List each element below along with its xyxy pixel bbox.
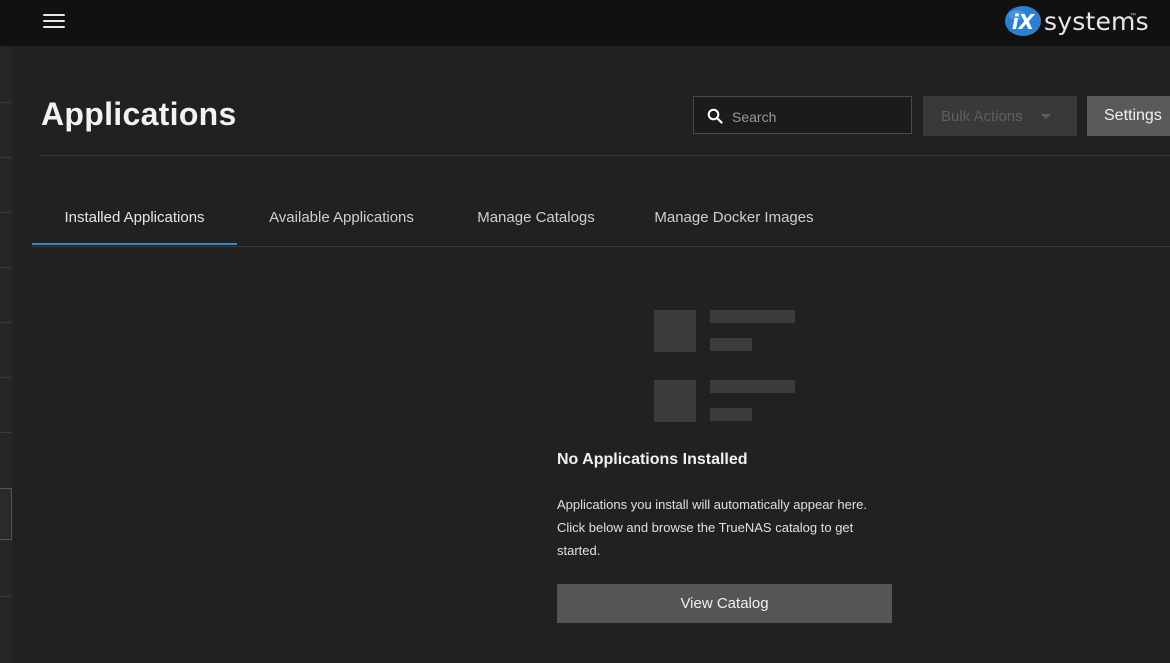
search-input[interactable]	[730, 105, 904, 129]
logo-trademark: ™	[1130, 13, 1136, 19]
hamburger-menu-icon[interactable]	[43, 13, 65, 31]
sidebar-toggle-tab[interactable]	[0, 488, 12, 540]
tab-manage-catalogs[interactable]: Manage Catalogs	[462, 190, 610, 246]
logo-text: systems	[1044, 7, 1149, 36]
empty-state-title: No Applications Installed	[557, 451, 748, 468]
active-tab-indicator	[32, 243, 237, 245]
tab-manage-docker-images[interactable]: Manage Docker Images	[639, 190, 829, 246]
tabs-divider	[32, 246, 1170, 247]
empty-list-icon	[654, 310, 796, 422]
bulk-actions-button[interactable]: Bulk Actions	[923, 96, 1077, 136]
tab-bar: Installed Applications Available Applica…	[32, 190, 1170, 246]
ixsystems-logo: iX systems ™	[1003, 4, 1149, 38]
empty-state-message: Applications you install will automatica…	[557, 497, 867, 558]
page-title: Applications	[41, 96, 237, 132]
svg-text:iX: iX	[1012, 10, 1036, 34]
settings-button[interactable]: Settings	[1087, 96, 1170, 136]
top-toolbar: iX systems ™	[0, 0, 1170, 46]
search-icon	[707, 108, 723, 124]
header-divider	[40, 155, 1170, 156]
bulk-actions-label: Bulk Actions	[941, 107, 1023, 125]
collapsed-sidebar	[0, 46, 12, 663]
search-box[interactable]	[693, 96, 912, 134]
tab-installed-applications[interactable]: Installed Applications	[32, 190, 237, 246]
tab-available-applications[interactable]: Available Applications	[254, 190, 429, 246]
caret-down-icon	[1041, 114, 1051, 119]
view-catalog-button[interactable]: View Catalog	[557, 584, 892, 623]
